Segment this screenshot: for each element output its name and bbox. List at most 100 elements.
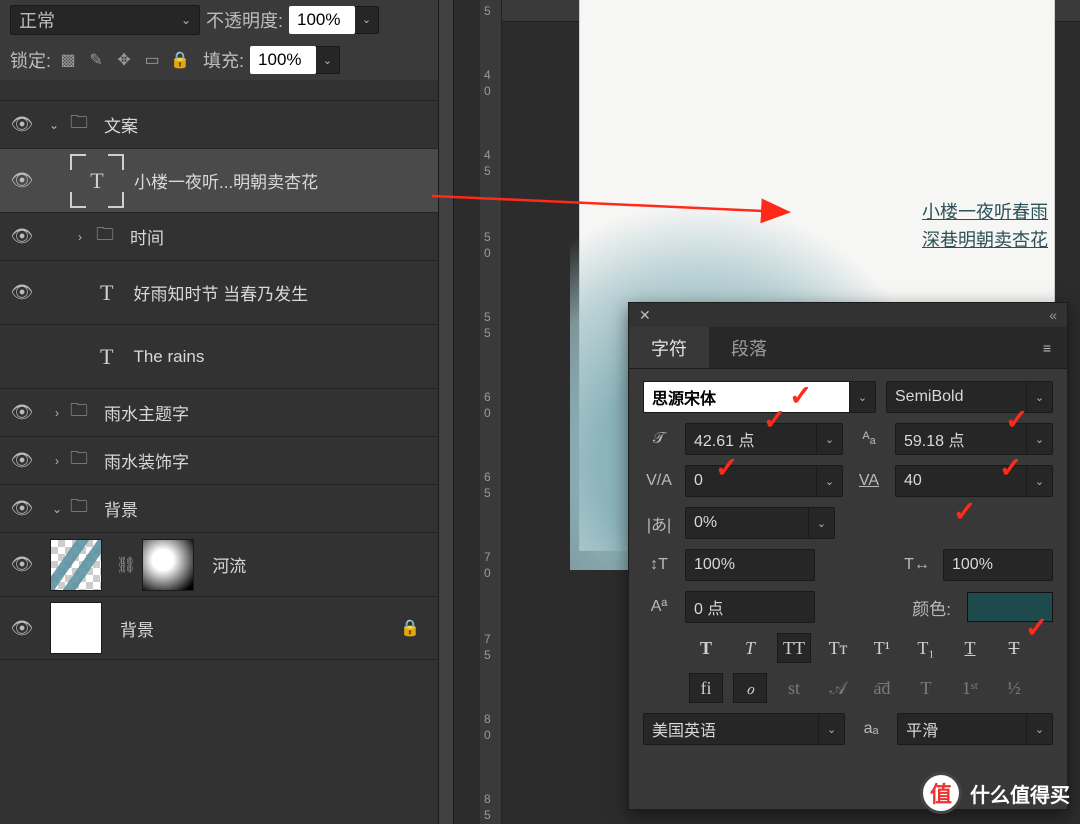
layer-background[interactable]: 👁 背景 🔒: [0, 596, 438, 660]
font-weight-select[interactable]: SemiBold ⌄: [886, 381, 1053, 413]
ruler-tick: 7: [484, 632, 491, 646]
lock-row: 锁定: ▩ ✎ ✥ ▭ 🔒 填充: 100% ⌄: [0, 40, 438, 80]
chevron-right-icon[interactable]: ›: [44, 406, 64, 420]
visibility-icon[interactable]: 👁: [0, 498, 44, 519]
ruler-tick: 5: [484, 164, 491, 178]
strikethrough-button[interactable]: T: [997, 633, 1031, 663]
expand-icon[interactable]: «: [1049, 307, 1057, 323]
fractions-half-button[interactable]: ½: [997, 673, 1031, 703]
opacity-label: 不透明度:: [206, 7, 283, 33]
antialias-select[interactable]: 平滑⌄: [897, 713, 1053, 745]
lock-artboard-icon[interactable]: ▭: [141, 50, 163, 70]
ruler-tick: 8: [484, 712, 491, 726]
visibility-icon[interactable]: 👁: [0, 450, 44, 471]
visibility-icon[interactable]: 👁: [0, 226, 44, 247]
chevron-right-icon[interactable]: ›: [70, 230, 90, 244]
chevron-right-icon[interactable]: ›: [44, 454, 64, 468]
lock-transparent-icon[interactable]: ▩: [57, 50, 79, 70]
layer-group-theme[interactable]: 👁 › 🗀 雨水主题字: [0, 388, 438, 436]
hscale-input[interactable]: 100%: [943, 549, 1053, 581]
layer-river[interactable]: 👁 ⛓ 河流: [0, 532, 438, 596]
lock-icon[interactable]: 🔒: [400, 618, 420, 638]
lock-brush-icon[interactable]: ✎: [85, 50, 107, 70]
layer-group-wenan[interactable]: 👁 ⌄ 🗀 文案: [0, 100, 438, 148]
ligature-st-button[interactable]: st: [777, 673, 811, 703]
ruler-tick: 0: [484, 566, 491, 580]
tsume-input[interactable]: 0%⌄: [685, 507, 835, 539]
kerning-input[interactable]: 0⌄: [685, 465, 843, 497]
layer-text-selected[interactable]: 👁 T 小楼一夜听...明朝卖杏花: [0, 148, 438, 212]
allcaps-button[interactable]: TT: [777, 633, 811, 663]
tracking-input[interactable]: 40⌄: [895, 465, 1053, 497]
fractions-1st-button[interactable]: 1ˢᵗ: [953, 673, 987, 703]
fill-input[interactable]: 100%: [250, 46, 316, 74]
layer-group-bg[interactable]: 👁 ⌄ 🗀 背景: [0, 484, 438, 532]
visibility-icon[interactable]: 👁: [0, 402, 44, 423]
opacity-input[interactable]: 100%: [289, 6, 355, 34]
watermark: 值 什么值得买: [920, 772, 1070, 814]
link-icon[interactable]: ⛓: [116, 555, 136, 575]
color-swatch[interactable]: [967, 592, 1053, 622]
opacity-chev[interactable]: ⌄: [355, 6, 379, 34]
chevron-down-icon: ⌄: [1026, 382, 1052, 412]
layer-name: 河流: [212, 552, 246, 577]
poem-line1: 小楼一夜听春雨: [922, 202, 1048, 222]
close-icon[interactable]: ✕: [639, 307, 651, 324]
vscale-input[interactable]: 100%: [685, 549, 815, 581]
ligature-o-button[interactable]: ℴ: [733, 673, 767, 703]
layer-text-poem2[interactable]: 👁 T 好雨知时节 当春乃发生: [0, 260, 438, 324]
layer-group-time[interactable]: 👁 › 🗀 时间: [0, 212, 438, 260]
layer-group-deco[interactable]: 👁 › 🗀 雨水装饰字: [0, 436, 438, 484]
panel-gutter[interactable]: [438, 0, 454, 824]
folder-icon: 🗀: [96, 222, 114, 252]
baseline-input[interactable]: 0 点: [685, 591, 815, 623]
layer-name: 背景: [120, 616, 154, 641]
layers-list: 👁 ⌄ 🗀 文案 👁 T 小楼一夜听...明朝卖杏花 👁 › 🗀 时间 👁 T …: [0, 100, 438, 660]
blend-mode-select[interactable]: 正常 ⌄: [10, 5, 200, 35]
visibility-icon[interactable]: 👁: [0, 114, 44, 135]
chevron-down-icon[interactable]: ⌄: [44, 118, 64, 132]
chevron-down-icon: ⌄: [816, 424, 842, 454]
panel-header[interactable]: ✕ «: [629, 303, 1067, 327]
fill-chev[interactable]: ⌄: [316, 46, 340, 74]
font-family-select[interactable]: 思源宋体 ⌄: [643, 381, 876, 413]
chevron-down-icon[interactable]: ⌄: [44, 502, 64, 516]
visibility-icon[interactable]: 👁: [0, 282, 44, 303]
poem-line2: 深巷明朝卖杏花: [922, 230, 1048, 250]
visibility-icon[interactable]: 👁: [0, 170, 44, 191]
layer-thumb[interactable]: [50, 539, 102, 591]
swash-button[interactable]: 𝒜: [821, 673, 855, 703]
lock-move-icon[interactable]: ✥: [113, 50, 135, 70]
faux-italic-button[interactable]: T: [733, 633, 767, 663]
leading-input[interactable]: 59.18 点⌄: [895, 423, 1053, 455]
tab-character[interactable]: 字符: [629, 327, 709, 368]
kerning-icon: V/A: [643, 472, 675, 490]
underline-button[interactable]: T: [953, 633, 987, 663]
tab-paragraph[interactable]: 段落: [709, 327, 789, 368]
font-size-input[interactable]: 42.61 点⌄: [685, 423, 843, 455]
panel-menu-icon[interactable]: ≡: [1027, 327, 1067, 368]
lock-all-icon[interactable]: 🔒: [169, 50, 191, 70]
titling-button[interactable]: a͞d: [865, 673, 899, 703]
visibility-icon[interactable]: 👁: [0, 554, 44, 575]
chevron-down-icon: ⌄: [1026, 714, 1052, 744]
superscript-button[interactable]: T¹: [865, 633, 899, 663]
mask-thumb[interactable]: [142, 539, 194, 591]
language-select[interactable]: 美国英语⌄: [643, 713, 845, 745]
ruler-tick: 5: [484, 808, 491, 822]
folder-icon: 🗀: [70, 110, 88, 140]
faux-bold-button[interactable]: T: [689, 633, 723, 663]
type-style-row1: T T TT Tᴛ T¹ T₁ T T: [643, 633, 1053, 663]
ruler-tick: 5: [484, 230, 491, 244]
subscript-button[interactable]: T₁: [909, 633, 943, 663]
chevron-down-icon: ⌄: [808, 508, 834, 538]
layer-text-rains[interactable]: 👁 T The rains: [0, 324, 438, 388]
ordinals-button[interactable]: T: [909, 673, 943, 703]
canvas-text-poem[interactable]: 小楼一夜听春雨 深巷明朝卖杏花: [922, 198, 1048, 254]
layer-thumb[interactable]: [50, 602, 102, 654]
smallcaps-button[interactable]: Tᴛ: [821, 633, 855, 663]
ruler-tick: 0: [484, 728, 491, 742]
ruler-vertical[interactable]: 5 4 0 4 5 5 0 5 5 6 0 6 5 7 0 7 5 8 0 8 …: [480, 0, 502, 824]
ligature-fi-button[interactable]: fi: [689, 673, 723, 703]
visibility-icon[interactable]: 👁: [0, 618, 44, 639]
